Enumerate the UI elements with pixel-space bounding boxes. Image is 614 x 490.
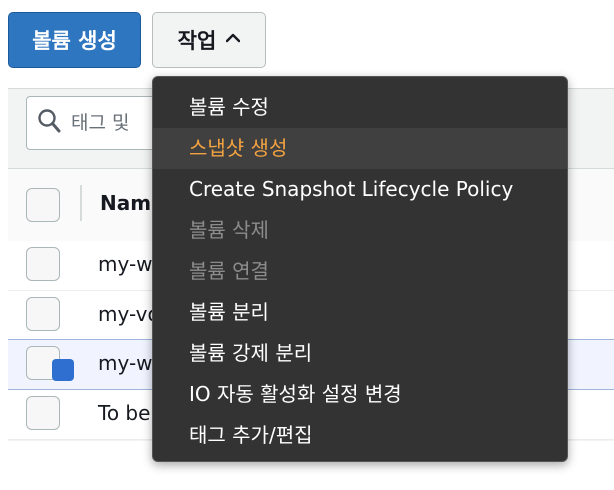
row-checkbox[interactable] <box>26 297 60 331</box>
menu-item-create-lifecycle-policy[interactable]: Create Snapshot Lifecycle Policy <box>153 169 567 210</box>
create-volume-button[interactable]: 볼륨 생성 <box>8 12 141 68</box>
menu-item-force-detach-volume[interactable]: 볼륨 강제 분리 <box>153 333 567 374</box>
column-divider[interactable] <box>80 185 82 221</box>
column-header-name[interactable]: Nam <box>100 191 151 215</box>
actions-menu: 볼륨 수정 스냅샷 생성 Create Snapshot Lifecycle P… <box>152 76 568 462</box>
menu-item-modify-volume[interactable]: 볼륨 수정 <box>153 87 567 128</box>
menu-item-attach-volume[interactable]: 볼륨 연결 <box>153 251 567 292</box>
checkbox-fill <box>52 359 74 381</box>
magnifier-icon <box>37 108 61 138</box>
row-checkbox[interactable] <box>26 396 60 430</box>
create-volume-label: 볼륨 생성 <box>32 29 117 53</box>
menu-item-delete-volume[interactable]: 볼륨 삭제 <box>153 210 567 251</box>
volume-name: my-w <box>98 252 153 276</box>
select-all-checkbox[interactable] <box>26 188 60 222</box>
menu-item-change-auto-enable-io[interactable]: IO 자동 활성화 설정 변경 <box>153 374 567 415</box>
menu-item-detach-volume[interactable]: 볼륨 분리 <box>153 292 567 333</box>
row-checkbox[interactable] <box>26 247 60 281</box>
volume-name: my-w <box>98 351 153 375</box>
volume-name: my-vo <box>98 302 160 326</box>
volume-name: To be <box>98 401 151 425</box>
row-checkbox-checked[interactable] <box>26 346 74 381</box>
chevron-up-icon <box>226 31 241 47</box>
actions-button[interactable]: 작업 <box>152 12 266 68</box>
menu-item-edit-tags[interactable]: 태그 추가/편집 <box>153 415 567 456</box>
actions-label: 작업 <box>177 29 217 53</box>
menu-item-create-snapshot[interactable]: 스냅샷 생성 <box>153 128 567 169</box>
